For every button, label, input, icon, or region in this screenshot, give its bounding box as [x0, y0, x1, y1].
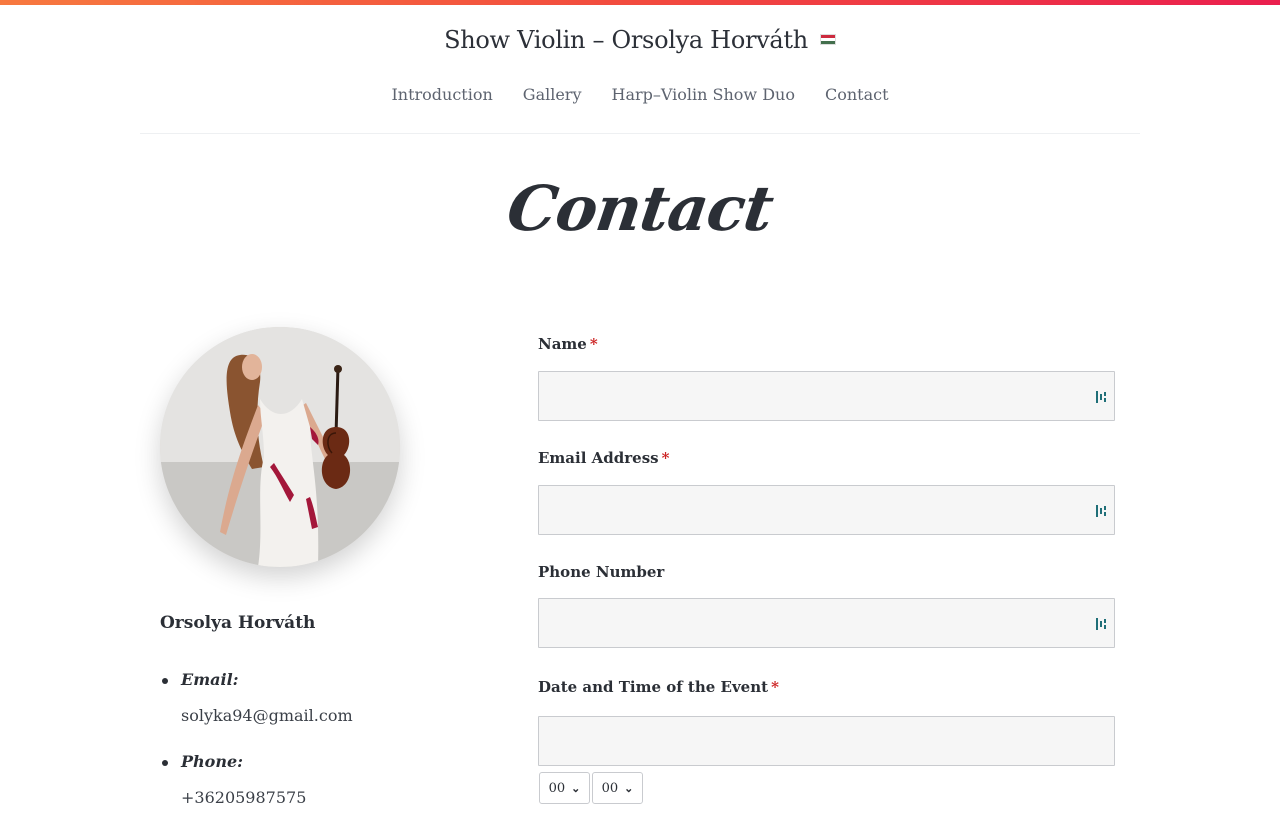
site-title[interactable]: Show Violin – Orsolya Horváth	[0, 26, 1280, 54]
avatar	[160, 327, 400, 567]
page-title: Contact	[502, 172, 778, 245]
required-marker: *	[589, 335, 598, 353]
nav-item-gallery[interactable]: Gallery	[523, 85, 582, 104]
main-nav: Introduction Gallery Harp–Violin Show Du…	[0, 85, 1280, 104]
email-input[interactable]	[539, 486, 1114, 534]
phone-label: Phone:	[181, 752, 244, 771]
date-field[interactable]	[538, 716, 1115, 766]
required-marker: *	[771, 678, 779, 696]
phone-field[interactable]	[538, 598, 1115, 648]
email-label-text: Email Address	[538, 449, 659, 467]
datetime-label-text: Date and Time of the Event	[538, 678, 769, 696]
contact-details-list: Email: solyka94@gmail.com Phone: +362059…	[160, 668, 353, 810]
hour-select[interactable]: 00 ⌄	[539, 772, 590, 804]
required-marker: *	[661, 449, 670, 467]
list-item-email: Email: solyka94@gmail.com	[160, 668, 353, 728]
name-input[interactable]	[539, 372, 1114, 420]
email-field-label: Email Address *	[538, 449, 669, 467]
person-name: Orsolya Horváth	[160, 613, 316, 633]
minute-select[interactable]: 00 ⌄	[592, 772, 643, 804]
date-input[interactable]	[539, 717, 1114, 765]
datetime-field-label: Date and Time of the Event *	[538, 678, 779, 696]
name-field-label: Name *	[538, 335, 598, 353]
email-label: Email:	[181, 670, 239, 689]
violinist-photo	[160, 327, 400, 567]
password-manager-icon[interactable]	[1096, 390, 1108, 404]
top-accent-bar	[0, 0, 1280, 5]
name-label-text: Name	[538, 335, 587, 353]
phone-value[interactable]: +36205987575	[181, 786, 353, 810]
nav-item-introduction[interactable]: Introduction	[391, 85, 492, 104]
hungarian-flag-icon[interactable]	[819, 34, 836, 45]
hour-value: 00	[548, 780, 566, 796]
email-field[interactable]	[538, 485, 1115, 535]
chevron-down-icon: ⌄	[624, 781, 634, 795]
phone-input[interactable]	[539, 599, 1114, 647]
list-item-phone: Phone: +36205987575	[160, 750, 353, 810]
chevron-down-icon: ⌄	[571, 781, 581, 795]
email-value[interactable]: solyka94@gmail.com	[181, 704, 353, 728]
nav-item-contact[interactable]: Contact	[825, 85, 889, 104]
minute-value: 00	[601, 780, 619, 796]
site-title-text[interactable]: Show Violin – Orsolya Horváth	[444, 26, 808, 54]
phone-label-text: Phone Number	[538, 563, 665, 581]
password-manager-icon[interactable]	[1096, 504, 1108, 518]
phone-field-label: Phone Number	[538, 563, 664, 581]
header-divider	[140, 133, 1140, 134]
password-manager-icon[interactable]	[1096, 617, 1108, 631]
name-field[interactable]	[538, 371, 1115, 421]
nav-item-harp-violin-duo[interactable]: Harp–Violin Show Duo	[612, 85, 795, 104]
